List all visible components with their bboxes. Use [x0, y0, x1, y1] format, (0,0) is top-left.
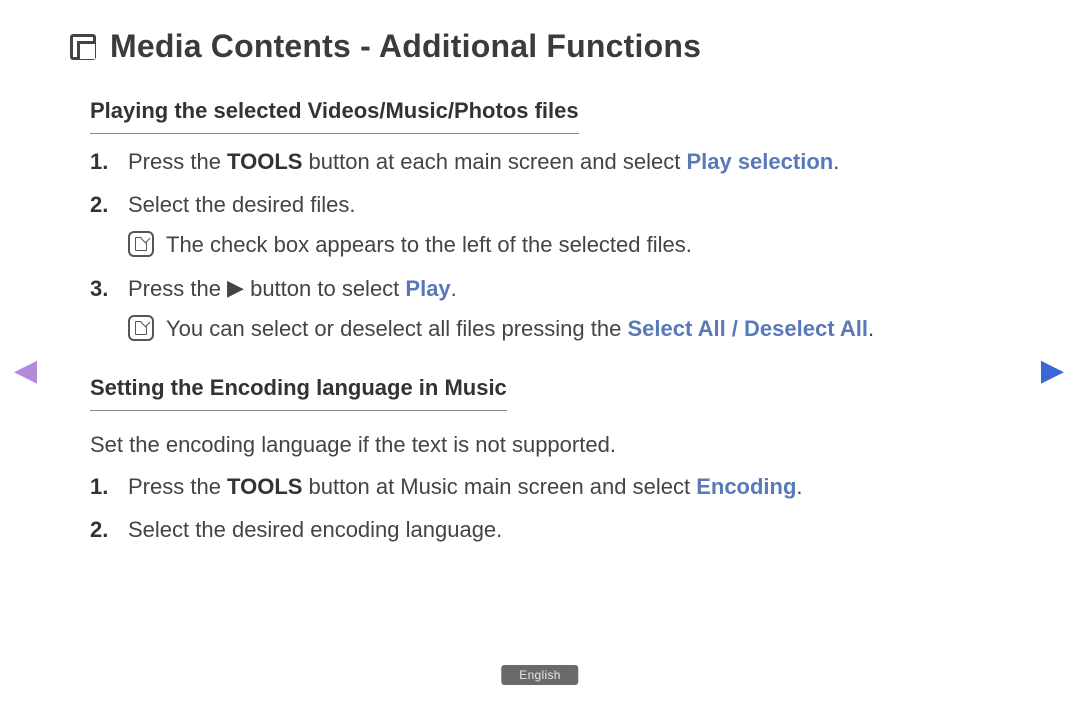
- text: Press the: [128, 474, 227, 499]
- section1-step2: Select the desired files. The check box …: [90, 187, 1006, 264]
- note-icon: [128, 315, 154, 341]
- page-title: Media Contents - Additional Functions: [110, 28, 701, 65]
- section2-intro: Set the encoding language if the text is…: [90, 427, 1006, 463]
- section1-step1: Press the TOOLS button at each main scre…: [90, 144, 1006, 180]
- text: button to select: [244, 276, 405, 301]
- text: .: [833, 149, 839, 174]
- section1-step3: Press the ▶ button to select Play. You c…: [90, 271, 1006, 348]
- play-label: Play: [405, 276, 450, 301]
- section2-steps: Press the TOOLS button at Music main scr…: [90, 469, 1006, 548]
- section2-heading: Setting the Encoding language in Music: [90, 370, 507, 411]
- note-text-wrap: You can select or deselect all files pre…: [166, 311, 874, 347]
- note-checkbox-appears: The check box appears to the left of the…: [128, 227, 1006, 263]
- note-select-all: You can select or deselect all files pre…: [128, 311, 1006, 347]
- encoding-label: Encoding: [696, 474, 796, 499]
- play-selection-label: Play selection: [686, 149, 833, 174]
- language-badge: English: [501, 665, 578, 685]
- text: .: [451, 276, 457, 301]
- text: button at Music main screen and select: [302, 474, 696, 499]
- section-encoding-language: Setting the Encoding language in Music S…: [90, 370, 1006, 548]
- text: .: [868, 316, 874, 341]
- next-page-button[interactable]: ▶: [1041, 356, 1064, 386]
- section2-step1: Press the TOOLS button at Music main scr…: [90, 469, 1006, 505]
- text: .: [796, 474, 802, 499]
- page-title-row: Media Contents - Additional Functions: [70, 28, 1010, 65]
- section1-heading: Playing the selected Videos/Music/Photos…: [90, 93, 579, 134]
- manual-page: Media Contents - Additional Functions Pl…: [0, 0, 1080, 705]
- text: You can select or deselect all files pre…: [166, 316, 627, 341]
- section-playing-files: Playing the selected Videos/Music/Photos…: [90, 93, 1006, 348]
- text: Press the: [128, 149, 227, 174]
- tools-word: TOOLS: [227, 149, 302, 174]
- text: Press the: [128, 276, 227, 301]
- text: Select the desired files.: [128, 192, 355, 217]
- text: button at each main screen and select: [302, 149, 686, 174]
- text: Select the desired encoding language.: [128, 517, 502, 542]
- note-icon: [128, 231, 154, 257]
- section1-steps: Press the TOOLS button at each main scre…: [90, 144, 1006, 347]
- section2-step2: Select the desired encoding language.: [90, 512, 1006, 548]
- prev-page-button[interactable]: ◀: [14, 356, 37, 386]
- tools-word: TOOLS: [227, 474, 302, 499]
- select-all-label: Select All / Deselect All: [627, 316, 867, 341]
- page-content: Playing the selected Videos/Music/Photos…: [70, 93, 1010, 548]
- note-text: The check box appears to the left of the…: [166, 227, 692, 263]
- section-bullet-icon: [70, 34, 96, 60]
- right-arrow-icon: ▶: [227, 270, 244, 306]
